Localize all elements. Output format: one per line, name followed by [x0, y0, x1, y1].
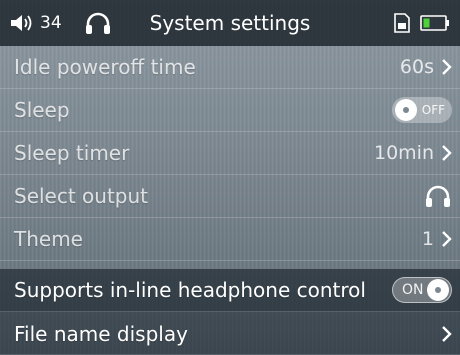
headphone-icon [85, 12, 110, 34]
theme-value-group: 1 [422, 228, 452, 250]
sleep-timer-value: 10min [373, 142, 434, 164]
sleep-timer-label: Sleep timer [14, 141, 130, 165]
sleep-row[interactable]: Sleep OFF [0, 89, 460, 132]
sleep-timer-value-group: 10min [374, 142, 452, 164]
headphone-status [84, 11, 112, 35]
select-output-row[interactable]: Select output [0, 175, 460, 218]
sleep-toggle[interactable]: OFF [392, 97, 452, 123]
chevron-right-icon [442, 325, 452, 342]
idle-poweroff-value-group: 60s [400, 56, 452, 78]
speaker-icon [11, 15, 32, 31]
inline-control-toggle-state: ON [402, 282, 424, 298]
toggle-knob [395, 99, 417, 121]
file-name-display-label: File name display [14, 321, 188, 346]
sd-card-icon [394, 13, 410, 33]
file-name-display-row[interactable]: File name display [0, 312, 460, 355]
toggle-knob [427, 279, 449, 301]
status-bar: 34 System settings [0, 0, 460, 46]
inline-control-label: Supports in-line headphone control [14, 278, 366, 302]
volume-indicator: 34 [10, 13, 62, 33]
idle-poweroff-value: 60s [399, 56, 434, 78]
inline-control-toggle[interactable]: ON [392, 277, 452, 303]
status-right [394, 13, 450, 33]
select-output-label: Select output [14, 184, 149, 208]
idle-poweroff-row[interactable]: Idle poweroff time 60s [0, 46, 460, 89]
sleep-label: Sleep [14, 98, 70, 122]
chevron-right-icon [442, 145, 452, 161]
theme-value: 1 [421, 228, 434, 250]
page-title: System settings [149, 11, 311, 35]
headphone-icon [426, 185, 450, 207]
chevron-right-icon [442, 59, 452, 75]
chevron-right-icon [442, 231, 452, 247]
sleep-toggle-state: OFF [421, 103, 445, 117]
theme-row[interactable]: Theme 1 [0, 218, 460, 261]
volume-level: 34 [40, 13, 62, 33]
sleep-timer-row[interactable]: Sleep timer 10min [0, 132, 460, 175]
theme-label: Theme [14, 227, 83, 251]
battery-icon [420, 15, 449, 31]
inline-control-row[interactable]: Supports in-line headphone control ON [0, 269, 460, 312]
settings-screen: 34 System settings Idle poweroff time 60… [0, 0, 460, 355]
idle-poweroff-label: Idle poweroff time [14, 55, 196, 79]
